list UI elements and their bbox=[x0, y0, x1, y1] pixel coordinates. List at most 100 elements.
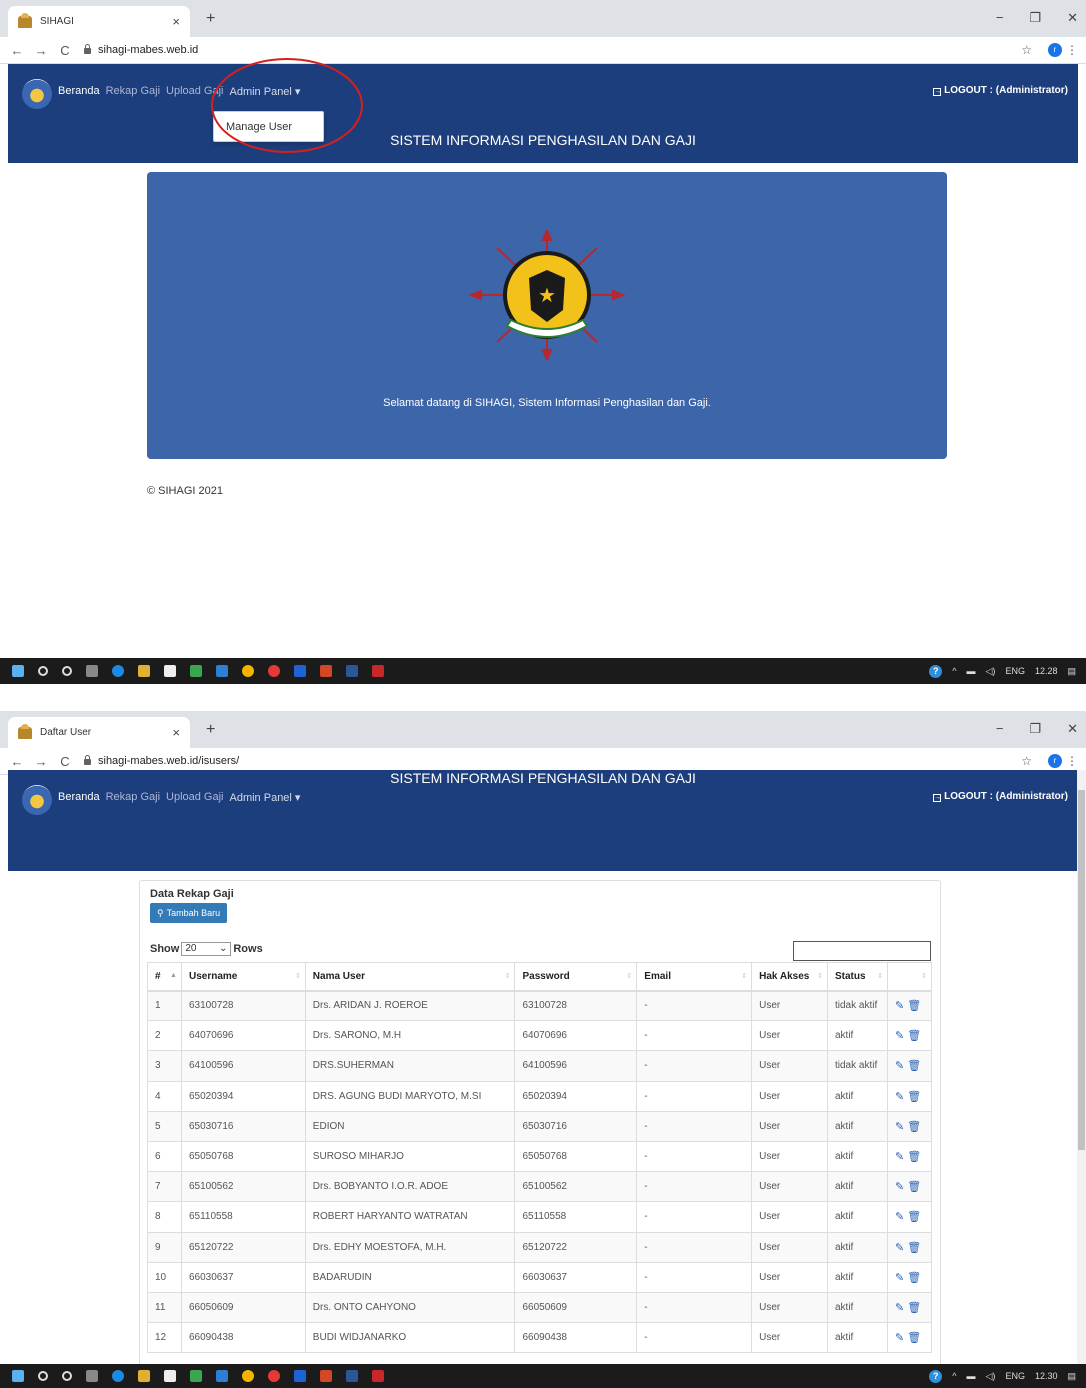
nav-rekap-gaji[interactable]: Rekap Gaji bbox=[106, 85, 160, 98]
clock[interactable]: 12.28 bbox=[1035, 666, 1058, 676]
forward-icon[interactable]: → bbox=[34, 754, 48, 769]
network-icon[interactable]: ▬ bbox=[967, 666, 976, 676]
delete-trash-icon[interactable]: 🗑 bbox=[904, 1272, 921, 1284]
col-status[interactable]: Status ⇕ bbox=[827, 962, 888, 992]
bookmark-star-icon[interactable]: ☆ bbox=[1021, 43, 1032, 57]
browser-tab[interactable]: Daftar User × bbox=[8, 717, 190, 748]
edit-pencil-icon[interactable]: ✎ bbox=[895, 1211, 904, 1223]
scrollbar-thumb[interactable] bbox=[1078, 790, 1085, 1150]
col-email[interactable]: Email ⇕ bbox=[636, 962, 753, 992]
restore-icon[interactable]: ❐ bbox=[1029, 721, 1041, 737]
col-password[interactable]: Password ⇕ bbox=[514, 962, 638, 992]
cortana-icon[interactable] bbox=[62, 666, 72, 676]
edit-pencil-icon[interactable]: ✎ bbox=[895, 1030, 904, 1042]
edit-pencil-icon[interactable]: ✎ bbox=[895, 1060, 904, 1072]
minimize-icon[interactable]: − bbox=[996, 721, 1004, 737]
close-window-icon[interactable]: ✕ bbox=[1067, 721, 1078, 737]
task-view-icon[interactable] bbox=[86, 1370, 98, 1382]
volume-icon[interactable]: ◁) bbox=[986, 666, 996, 677]
search-icon[interactable] bbox=[38, 666, 48, 676]
delete-trash-icon[interactable]: 🗑 bbox=[904, 1302, 921, 1314]
col-hak-akses[interactable]: Hak Akses ⇕ bbox=[751, 962, 828, 992]
language-indicator[interactable]: ENG bbox=[1005, 1371, 1025, 1381]
powerpoint-icon[interactable] bbox=[320, 665, 332, 677]
delete-trash-icon[interactable]: 🗑 bbox=[904, 1181, 921, 1193]
edit-pencil-icon[interactable]: ✎ bbox=[895, 1091, 904, 1103]
nav-rekap-gaji[interactable]: Rekap Gaji bbox=[106, 791, 160, 804]
delete-trash-icon[interactable]: 🗑 bbox=[904, 1242, 921, 1254]
browser-tab[interactable]: SIHAGI × bbox=[8, 6, 190, 37]
edge-icon[interactable] bbox=[112, 665, 124, 677]
police-logo-icon[interactable] bbox=[22, 79, 52, 109]
add-new-button[interactable]: ⚲ Tambah Baru bbox=[150, 903, 228, 923]
logout-link[interactable]: → LOGOUT : (Administrator) bbox=[933, 85, 1068, 96]
store-icon[interactable] bbox=[164, 665, 176, 677]
delete-trash-icon[interactable]: 🗑 bbox=[904, 1030, 921, 1042]
logout-link[interactable]: → LOGOUT : (Administrator) bbox=[933, 791, 1068, 802]
help-icon[interactable]: ? bbox=[929, 664, 943, 678]
file-explorer-icon[interactable] bbox=[138, 665, 150, 677]
tab-close-icon[interactable]: × bbox=[172, 725, 180, 740]
back-icon[interactable]: ← bbox=[10, 754, 24, 769]
restore-icon[interactable]: ❐ bbox=[1029, 10, 1041, 26]
edge-icon[interactable] bbox=[112, 1370, 124, 1382]
delete-trash-icon[interactable]: 🗑 bbox=[904, 1121, 921, 1133]
delete-trash-icon[interactable]: 🗑 bbox=[904, 1091, 921, 1103]
edit-pencil-icon[interactable]: ✎ bbox=[895, 1302, 904, 1314]
edit-pencil-icon[interactable]: ✎ bbox=[895, 1000, 904, 1012]
delete-trash-icon[interactable]: 🗑 bbox=[904, 1151, 921, 1163]
edit-pencil-icon[interactable]: ✎ bbox=[895, 1332, 904, 1344]
menu-kebab-icon[interactable]: ⋮ bbox=[1066, 754, 1078, 768]
edit-pencil-icon[interactable]: ✎ bbox=[895, 1272, 904, 1284]
volume-icon[interactable]: ◁) bbox=[986, 1371, 996, 1382]
delete-trash-icon[interactable]: 🗑 bbox=[904, 1211, 921, 1223]
store-icon[interactable] bbox=[164, 1370, 176, 1382]
reload-icon[interactable]: C bbox=[58, 43, 72, 58]
col-username[interactable]: Username ⇕ bbox=[180, 962, 306, 992]
reload-icon[interactable]: C bbox=[58, 754, 72, 769]
word-icon[interactable] bbox=[346, 1370, 358, 1382]
clock[interactable]: 12.30 bbox=[1035, 1371, 1058, 1381]
search-icon[interactable] bbox=[38, 1371, 48, 1381]
delete-trash-icon[interactable]: 🗑 bbox=[904, 1000, 921, 1012]
nav-beranda[interactable]: Beranda bbox=[58, 85, 100, 98]
minimize-icon[interactable]: − bbox=[996, 10, 1004, 26]
col-nama-user[interactable]: Nama User ⇕ bbox=[304, 962, 516, 992]
nav-beranda[interactable]: Beranda bbox=[58, 791, 100, 804]
page-scrollbar[interactable] bbox=[1077, 770, 1086, 1365]
app-green-icon[interactable] bbox=[190, 1370, 202, 1382]
bookmark-star-icon[interactable]: ☆ bbox=[1021, 754, 1032, 768]
windows-start-icon[interactable] bbox=[12, 665, 24, 677]
back-icon[interactable]: ← bbox=[10, 43, 24, 58]
nav-upload-gaji[interactable]: Upload Gaji bbox=[166, 791, 223, 804]
tray-chevron-icon[interactable]: ^ bbox=[952, 1371, 956, 1381]
search-input[interactable] bbox=[793, 941, 931, 961]
nav-admin-panel[interactable]: Admin Panel ▾ bbox=[230, 791, 301, 804]
delete-trash-icon[interactable]: 🗑 bbox=[904, 1332, 921, 1344]
rows-per-page-select[interactable]: 20 ⌄ bbox=[181, 942, 232, 956]
zoom-icon[interactable] bbox=[294, 1370, 306, 1382]
app-green-icon[interactable] bbox=[190, 665, 202, 677]
notification-icon[interactable]: ▤ bbox=[1067, 666, 1076, 677]
acrobat-icon[interactable] bbox=[372, 665, 384, 677]
col-number[interactable]: # ▲ bbox=[147, 962, 182, 992]
tab-close-icon[interactable]: × bbox=[172, 14, 180, 29]
mail-icon[interactable] bbox=[216, 665, 228, 677]
language-indicator[interactable]: ENG bbox=[1005, 666, 1025, 676]
zoom-icon[interactable] bbox=[294, 665, 306, 677]
network-icon[interactable]: ▬ bbox=[967, 1371, 976, 1381]
mail-icon[interactable] bbox=[216, 1370, 228, 1382]
delete-trash-icon[interactable]: 🗑 bbox=[904, 1060, 921, 1072]
police-logo-icon[interactable] bbox=[22, 785, 52, 815]
notification-icon[interactable]: ▤ bbox=[1067, 1371, 1076, 1382]
chrome-icon[interactable] bbox=[242, 665, 254, 677]
app-red-icon[interactable] bbox=[268, 1370, 280, 1382]
forward-icon[interactable]: → bbox=[34, 43, 48, 58]
new-tab-button[interactable]: + bbox=[206, 721, 215, 739]
file-explorer-icon[interactable] bbox=[138, 1370, 150, 1382]
app-red-icon[interactable] bbox=[268, 665, 280, 677]
url-field[interactable]: sihagi-mabes.web.id bbox=[84, 44, 198, 56]
word-icon[interactable] bbox=[346, 665, 358, 677]
cortana-icon[interactable] bbox=[62, 1371, 72, 1381]
new-tab-button[interactable]: + bbox=[206, 10, 215, 28]
